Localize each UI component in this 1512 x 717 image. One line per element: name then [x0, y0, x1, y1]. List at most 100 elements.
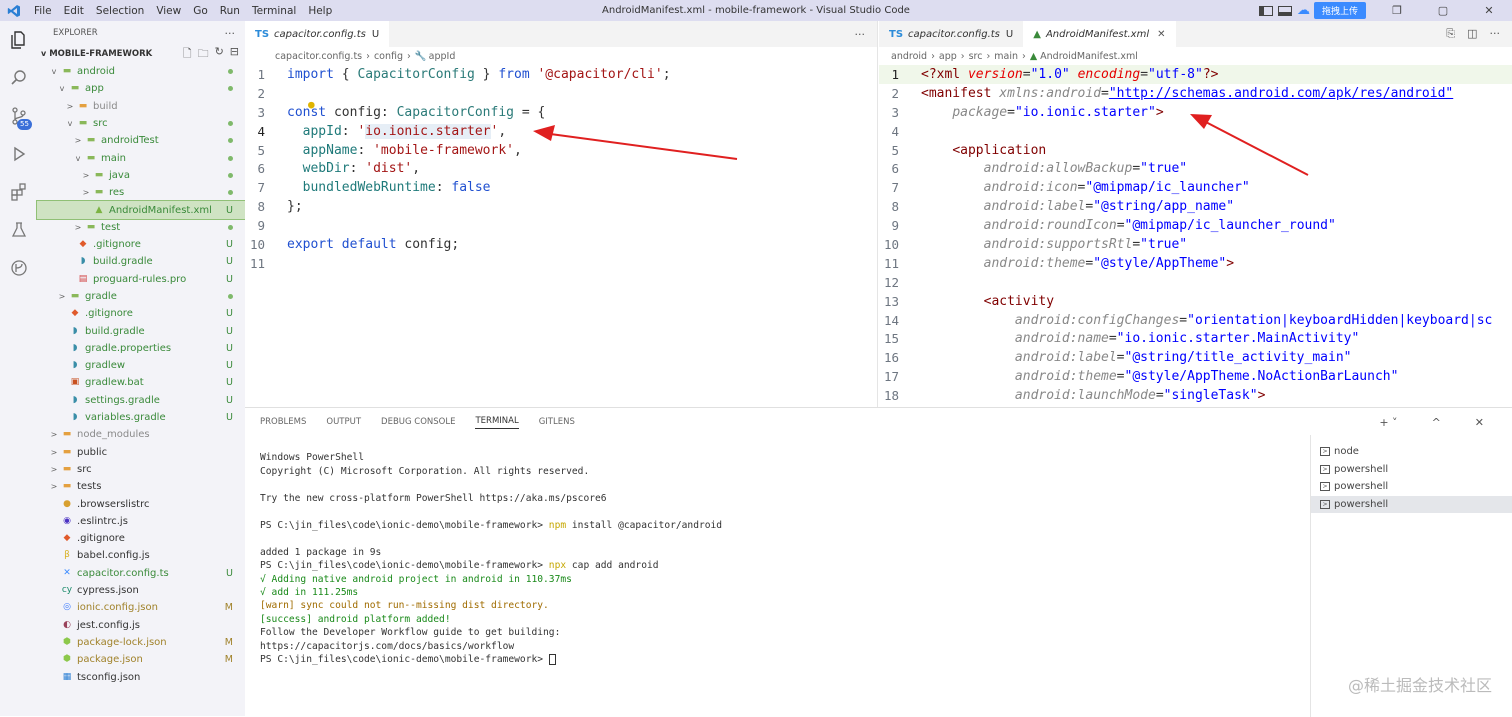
gitlens-icon[interactable] — [0, 249, 37, 287]
breadcrumb-item[interactable]: main — [994, 51, 1018, 62]
tree-file[interactable]: ✕ capacitor.config.ts U — [37, 565, 245, 582]
tree-folder[interactable]: v ▬ src — [37, 115, 245, 132]
tab-problems[interactable]: PROBLEMS — [260, 417, 306, 427]
tree-item-label: app — [85, 83, 104, 95]
collapse-all-icon[interactable]: ⊟ — [230, 45, 239, 64]
breadcrumb-item[interactable]: android — [891, 51, 927, 62]
tree-file[interactable]: ◎ ionic.config.json M — [37, 599, 245, 616]
tree-folder[interactable]: > ▬ src — [37, 461, 245, 478]
tree-folder[interactable]: > ▬ test — [37, 219, 245, 236]
split-editor-icon[interactable]: ◫ — [1467, 27, 1477, 41]
menu-help[interactable]: Help — [302, 5, 338, 17]
tree-file[interactable]: ◗ gradlew U — [37, 357, 245, 374]
git-status-badge: M — [224, 654, 233, 666]
refresh-icon[interactable]: ↻ — [215, 45, 224, 64]
terminal-item-powershell[interactable]: > powershell — [1311, 495, 1512, 513]
terminal-item-node[interactable]: > node — [1311, 443, 1512, 461]
restore-icon[interactable]: ❐ — [1374, 4, 1420, 17]
tree-file[interactable]: ▤ proguard-rules.pro U — [37, 271, 245, 288]
tab-bar-left: TS capacitor.config.ts U ··· — [245, 21, 877, 47]
terminal-output[interactable]: Windows PowerShell Copyright (C) Microso… — [260, 438, 722, 667]
close-panel-icon[interactable]: ✕ — [1475, 416, 1484, 429]
menu-terminal[interactable]: Terminal — [246, 5, 302, 17]
tab-output[interactable]: OUTPUT — [326, 417, 361, 427]
tree-file[interactable]: ◉ .eslintrc.js — [37, 513, 245, 530]
menu-view[interactable]: View — [150, 5, 187, 17]
tree-file[interactable]: ◗ settings.gradle U — [37, 392, 245, 409]
tree-file[interactable]: ▦ tsconfig.json — [37, 668, 245, 685]
run-debug-icon[interactable] — [0, 135, 37, 173]
terminal-item-powershell[interactable]: > powershell — [1311, 478, 1512, 496]
upload-button[interactable]: 拖拽上传 — [1313, 2, 1366, 19]
tree-file[interactable]: ⬢ package.json M — [37, 651, 245, 668]
breadcrumb-item[interactable]: capacitor.config.ts — [275, 51, 362, 62]
toggle-panel-icon[interactable] — [1277, 5, 1292, 16]
close-tab-icon[interactable]: ✕ — [1157, 29, 1165, 40]
menu-edit[interactable]: Edit — [58, 5, 90, 17]
tree-file[interactable]: ◗ gradle.properties U — [37, 340, 245, 357]
lightbulb-icon[interactable]: ● — [308, 98, 315, 111]
tab-terminal[interactable]: TERMINAL — [475, 416, 519, 429]
tree-file[interactable]: ◗ build.gradle U — [37, 322, 245, 339]
tree-folder[interactable]: v ▬ android — [37, 63, 245, 80]
tree-folder[interactable]: v ▬ app — [37, 80, 245, 97]
cloud-icon[interactable]: ☁ — [1297, 3, 1310, 18]
close-window-icon[interactable]: ✕ — [1466, 4, 1512, 17]
menu-file[interactable]: File — [28, 5, 58, 17]
editor-more-icon[interactable]: ··· — [855, 28, 866, 41]
chevron-right-icon: > — [58, 292, 66, 301]
tree-file[interactable]: ◗ build.gradle U — [37, 253, 245, 270]
tree-file[interactable]: ◆ .gitignore U — [37, 236, 245, 253]
explorer-icon[interactable] — [0, 21, 37, 59]
tree-file[interactable]: ◐ jest.config.js — [37, 617, 245, 634]
extensions-icon[interactable] — [0, 173, 37, 211]
tree-folder[interactable]: > ▬ java — [37, 167, 245, 184]
toggle-sidebar-icon[interactable] — [1258, 5, 1273, 16]
breadcrumb-item[interactable]: AndroidManifest.xml — [1040, 51, 1138, 62]
tab-gitlens[interactable]: GITLENS — [539, 417, 575, 427]
tree-folder[interactable]: > ▬ public — [37, 444, 245, 461]
new-file-icon[interactable]: 🗋 — [183, 45, 192, 64]
breadcrumb-item[interactable]: src — [969, 51, 983, 62]
tree-file[interactable]: ◆ .gitignore — [37, 530, 245, 547]
more-actions-icon[interactable]: ··· — [225, 27, 236, 40]
open-changes-icon[interactable]: ⎘ — [1446, 27, 1455, 41]
terminal-line: Copyright (C) Microsoft Corporation. All… — [260, 465, 590, 477]
tab-android-manifest[interactable]: ▲ AndroidManifest.xml ✕ — [1023, 21, 1176, 47]
testing-icon[interactable] — [0, 211, 37, 249]
menu-selection[interactable]: Selection — [90, 5, 150, 17]
tab-capacitor-config[interactable]: TS capacitor.config.ts U — [245, 21, 390, 47]
editor-more-icon[interactable]: ··· — [1490, 27, 1501, 41]
tree-file[interactable]: ⬢ package-lock.json M — [37, 634, 245, 651]
new-folder-icon[interactable]: 🗀 — [198, 45, 209, 64]
tree-file[interactable]: cy cypress.json — [37, 582, 245, 599]
tree-file[interactable]: ◗ variables.gradle U — [37, 409, 245, 426]
menu-go[interactable]: Go — [187, 5, 214, 17]
source-control-icon[interactable]: 55 — [0, 97, 37, 135]
tree-folder[interactable]: > ▬ node_modules — [37, 426, 245, 443]
menu-run[interactable]: Run — [214, 5, 246, 17]
new-terminal-icon[interactable]: + ˅ — [1379, 416, 1397, 429]
breadcrumb-item[interactable]: app — [939, 51, 957, 62]
tree-folder[interactable]: v ▬ main — [37, 149, 245, 166]
tree-folder[interactable]: > ▬ androidTest — [37, 132, 245, 149]
workspace-root[interactable]: v MOBILE-FRAMEWORK 🗋 🗀 ↻ ⊟ — [37, 45, 245, 63]
maximize-icon[interactable]: ▢ — [1420, 4, 1466, 17]
tab-capacitor-config[interactable]: TS capacitor.config.ts U — [879, 21, 1024, 47]
breadcrumb-item[interactable]: appId — [429, 51, 456, 62]
tree-file[interactable]: ● .browserslistrc — [37, 495, 245, 512]
tab-debug-console[interactable]: DEBUG CONSOLE — [381, 417, 455, 427]
tree-folder[interactable]: > ▬ res — [37, 184, 245, 201]
tree-file[interactable]: ▣ gradlew.bat U — [37, 374, 245, 391]
tree-file[interactable]: ▲ AndroidManifest.xml U — [36, 200, 246, 220]
terminal-item-powershell[interactable]: > powershell — [1311, 461, 1512, 479]
tree-folder[interactable]: > ▬ tests — [37, 478, 245, 495]
tree-file[interactable]: β babel.config.js — [37, 547, 245, 564]
search-icon[interactable] — [0, 59, 37, 97]
tree-file[interactable]: ◆ .gitignore U — [37, 305, 245, 322]
code-editor-left[interactable]: 1 import { CapacitorConfig } from '@capac… — [245, 65, 877, 273]
tree-folder[interactable]: > ▬ build — [37, 98, 245, 115]
breadcrumb-item[interactable]: config — [374, 51, 403, 62]
tree-folder[interactable]: > ▬ gradle — [37, 288, 245, 305]
maximize-panel-icon[interactable]: ^ — [1432, 416, 1441, 429]
